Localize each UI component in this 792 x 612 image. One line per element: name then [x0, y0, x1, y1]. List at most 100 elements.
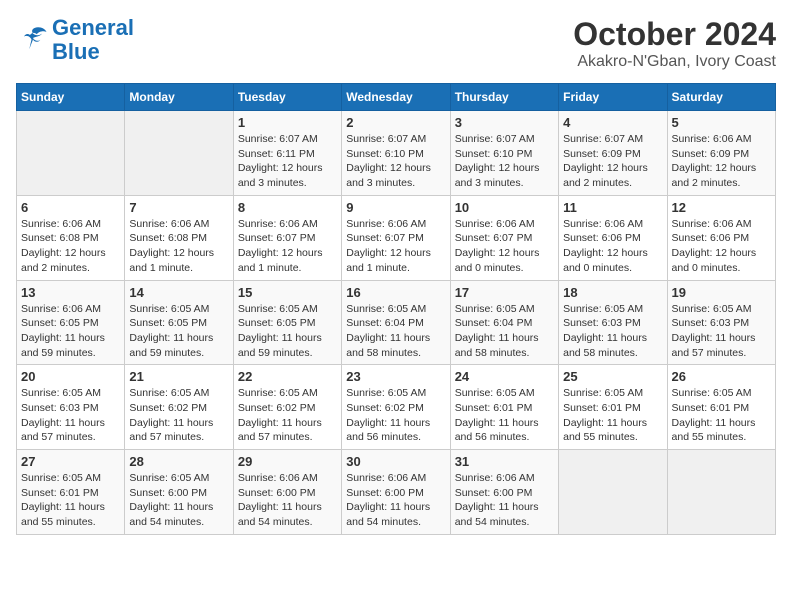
calendar-title: October 2024: [573, 16, 776, 53]
calendar-cell: 21 Sunrise: 6:05 AM Sunset: 6:02 PM Dayli…: [125, 365, 233, 450]
page-header: General Blue October 2024 Akakro-N'Gban,…: [16, 16, 776, 71]
calendar-cell: 29 Sunrise: 6:06 AM Sunset: 6:00 PM Dayli…: [233, 450, 341, 535]
day-number: 22: [238, 369, 337, 384]
day-number: 27: [21, 454, 120, 469]
day-info: Sunrise: 6:05 AM Sunset: 6:02 PM Dayligh…: [238, 386, 337, 445]
day-number: 12: [672, 200, 771, 215]
day-info: Sunrise: 6:05 AM Sunset: 6:02 PM Dayligh…: [129, 386, 228, 445]
logo-line1: General: [52, 15, 134, 40]
day-info: Sunrise: 6:05 AM Sunset: 6:03 PM Dayligh…: [21, 386, 120, 445]
day-number: 11: [563, 200, 662, 215]
calendar-cell: [667, 450, 775, 535]
calendar-cell: 30 Sunrise: 6:06 AM Sunset: 6:00 PM Dayli…: [342, 450, 450, 535]
day-number: 28: [129, 454, 228, 469]
day-number: 19: [672, 285, 771, 300]
day-info: Sunrise: 6:05 AM Sunset: 6:04 PM Dayligh…: [346, 302, 445, 361]
day-number: 6: [21, 200, 120, 215]
day-number: 18: [563, 285, 662, 300]
day-info: Sunrise: 6:06 AM Sunset: 6:07 PM Dayligh…: [346, 217, 445, 276]
calendar-cell: 20 Sunrise: 6:05 AM Sunset: 6:03 PM Dayli…: [17, 365, 125, 450]
day-info: Sunrise: 6:06 AM Sunset: 6:00 PM Dayligh…: [346, 471, 445, 530]
calendar-cell: 18 Sunrise: 6:05 AM Sunset: 6:03 PM Dayli…: [559, 280, 667, 365]
calendar-cell: 19Sunrise: 6:05 AM Sunset: 6:03 PM Dayli…: [667, 280, 775, 365]
day-info: Sunrise: 6:07 AM Sunset: 6:10 PM Dayligh…: [455, 132, 554, 191]
day-info: Sunrise: 6:05 AM Sunset: 6:01 PM Dayligh…: [21, 471, 120, 530]
day-info: Sunrise: 6:06 AM Sunset: 6:05 PM Dayligh…: [21, 302, 120, 361]
day-number: 9: [346, 200, 445, 215]
calendar-week-2: 6 Sunrise: 6:06 AM Sunset: 6:08 PM Daylig…: [17, 195, 776, 280]
calendar-cell: 6 Sunrise: 6:06 AM Sunset: 6:08 PM Daylig…: [17, 195, 125, 280]
day-info: Sunrise: 6:07 AM Sunset: 6:11 PM Dayligh…: [238, 132, 337, 191]
calendar-cell: 17 Sunrise: 6:05 AM Sunset: 6:04 PM Dayli…: [450, 280, 558, 365]
weekday-header-thursday: Thursday: [450, 84, 558, 111]
calendar-cell: 7 Sunrise: 6:06 AM Sunset: 6:08 PM Daylig…: [125, 195, 233, 280]
day-info: Sunrise: 6:06 AM Sunset: 6:07 PM Dayligh…: [455, 217, 554, 276]
day-info: Sunrise: 6:05 AM Sunset: 6:04 PM Dayligh…: [455, 302, 554, 361]
calendar-cell: [125, 111, 233, 196]
day-info: Sunrise: 6:06 AM Sunset: 6:09 PM Dayligh…: [672, 132, 771, 191]
calendar-cell: 27 Sunrise: 6:05 AM Sunset: 6:01 PM Dayli…: [17, 450, 125, 535]
calendar-cell: 3 Sunrise: 6:07 AM Sunset: 6:10 PM Daylig…: [450, 111, 558, 196]
weekday-header-wednesday: Wednesday: [342, 84, 450, 111]
day-number: 5: [672, 115, 771, 130]
day-info: Sunrise: 6:05 AM Sunset: 6:02 PM Dayligh…: [346, 386, 445, 445]
calendar-body: 1Sunrise: 6:07 AM Sunset: 6:11 PM Daylig…: [17, 111, 776, 535]
weekday-header-sunday: Sunday: [17, 84, 125, 111]
calendar-cell: 26Sunrise: 6:05 AM Sunset: 6:01 PM Dayli…: [667, 365, 775, 450]
day-info: Sunrise: 6:07 AM Sunset: 6:10 PM Dayligh…: [346, 132, 445, 191]
calendar-cell: [17, 111, 125, 196]
day-number: 21: [129, 369, 228, 384]
day-info: Sunrise: 6:06 AM Sunset: 6:00 PM Dayligh…: [238, 471, 337, 530]
day-info: Sunrise: 6:05 AM Sunset: 6:01 PM Dayligh…: [455, 386, 554, 445]
calendar-cell: 15Sunrise: 6:05 AM Sunset: 6:05 PM Dayli…: [233, 280, 341, 365]
day-number: 20: [21, 369, 120, 384]
day-number: 31: [455, 454, 554, 469]
day-number: 25: [563, 369, 662, 384]
calendar-cell: 14 Sunrise: 6:05 AM Sunset: 6:05 PM Dayli…: [125, 280, 233, 365]
day-number: 30: [346, 454, 445, 469]
calendar-cell: 25 Sunrise: 6:05 AM Sunset: 6:01 PM Dayli…: [559, 365, 667, 450]
calendar-week-4: 20 Sunrise: 6:05 AM Sunset: 6:03 PM Dayli…: [17, 365, 776, 450]
day-number: 29: [238, 454, 337, 469]
day-info: Sunrise: 6:06 AM Sunset: 6:08 PM Dayligh…: [21, 217, 120, 276]
calendar-cell: 9 Sunrise: 6:06 AM Sunset: 6:07 PM Daylig…: [342, 195, 450, 280]
calendar-cell: [559, 450, 667, 535]
calendar-cell: 16 Sunrise: 6:05 AM Sunset: 6:04 PM Dayli…: [342, 280, 450, 365]
calendar-table: SundayMondayTuesdayWednesdayThursdayFrid…: [16, 83, 776, 535]
day-number: 26: [672, 369, 771, 384]
day-number: 3: [455, 115, 554, 130]
day-info: Sunrise: 6:06 AM Sunset: 6:06 PM Dayligh…: [672, 217, 771, 276]
calendar-subtitle: Akakro-N'Gban, Ivory Coast: [573, 53, 776, 71]
calendar-cell: 8Sunrise: 6:06 AM Sunset: 6:07 PM Daylig…: [233, 195, 341, 280]
calendar-cell: 12 Sunrise: 6:06 AM Sunset: 6:06 PM Dayli…: [667, 195, 775, 280]
calendar-cell: 11 Sunrise: 6:06 AM Sunset: 6:06 PM Dayli…: [559, 195, 667, 280]
day-number: 10: [455, 200, 554, 215]
day-info: Sunrise: 6:05 AM Sunset: 6:05 PM Dayligh…: [238, 302, 337, 361]
day-number: 14: [129, 285, 228, 300]
logo: General Blue: [16, 16, 134, 64]
calendar-cell: 31Sunrise: 6:06 AM Sunset: 6:00 PM Dayli…: [450, 450, 558, 535]
day-number: 24: [455, 369, 554, 384]
weekday-header-friday: Friday: [559, 84, 667, 111]
day-number: 17: [455, 285, 554, 300]
day-number: 16: [346, 285, 445, 300]
day-number: 23: [346, 369, 445, 384]
calendar-header: SundayMondayTuesdayWednesdayThursdayFrid…: [17, 84, 776, 111]
day-info: Sunrise: 6:05 AM Sunset: 6:01 PM Dayligh…: [563, 386, 662, 445]
day-number: 2: [346, 115, 445, 130]
calendar-cell: 10 Sunrise: 6:06 AM Sunset: 6:07 PM Dayli…: [450, 195, 558, 280]
day-info: Sunrise: 6:06 AM Sunset: 6:06 PM Dayligh…: [563, 217, 662, 276]
logo-line2: Blue: [52, 39, 100, 64]
day-info: Sunrise: 6:07 AM Sunset: 6:09 PM Dayligh…: [563, 132, 662, 191]
day-info: Sunrise: 6:06 AM Sunset: 6:08 PM Dayligh…: [129, 217, 228, 276]
calendar-week-1: 1Sunrise: 6:07 AM Sunset: 6:11 PM Daylig…: [17, 111, 776, 196]
day-number: 7: [129, 200, 228, 215]
day-info: Sunrise: 6:05 AM Sunset: 6:03 PM Dayligh…: [563, 302, 662, 361]
day-info: Sunrise: 6:05 AM Sunset: 6:05 PM Dayligh…: [129, 302, 228, 361]
calendar-cell: 22 Sunrise: 6:05 AM Sunset: 6:02 PM Dayli…: [233, 365, 341, 450]
title-block: October 2024 Akakro-N'Gban, Ivory Coast: [573, 16, 776, 71]
calendar-cell: 1Sunrise: 6:07 AM Sunset: 6:11 PM Daylig…: [233, 111, 341, 196]
weekday-header-monday: Monday: [125, 84, 233, 111]
calendar-cell: 13Sunrise: 6:06 AM Sunset: 6:05 PM Dayli…: [17, 280, 125, 365]
calendar-cell: 23 Sunrise: 6:05 AM Sunset: 6:02 PM Dayli…: [342, 365, 450, 450]
